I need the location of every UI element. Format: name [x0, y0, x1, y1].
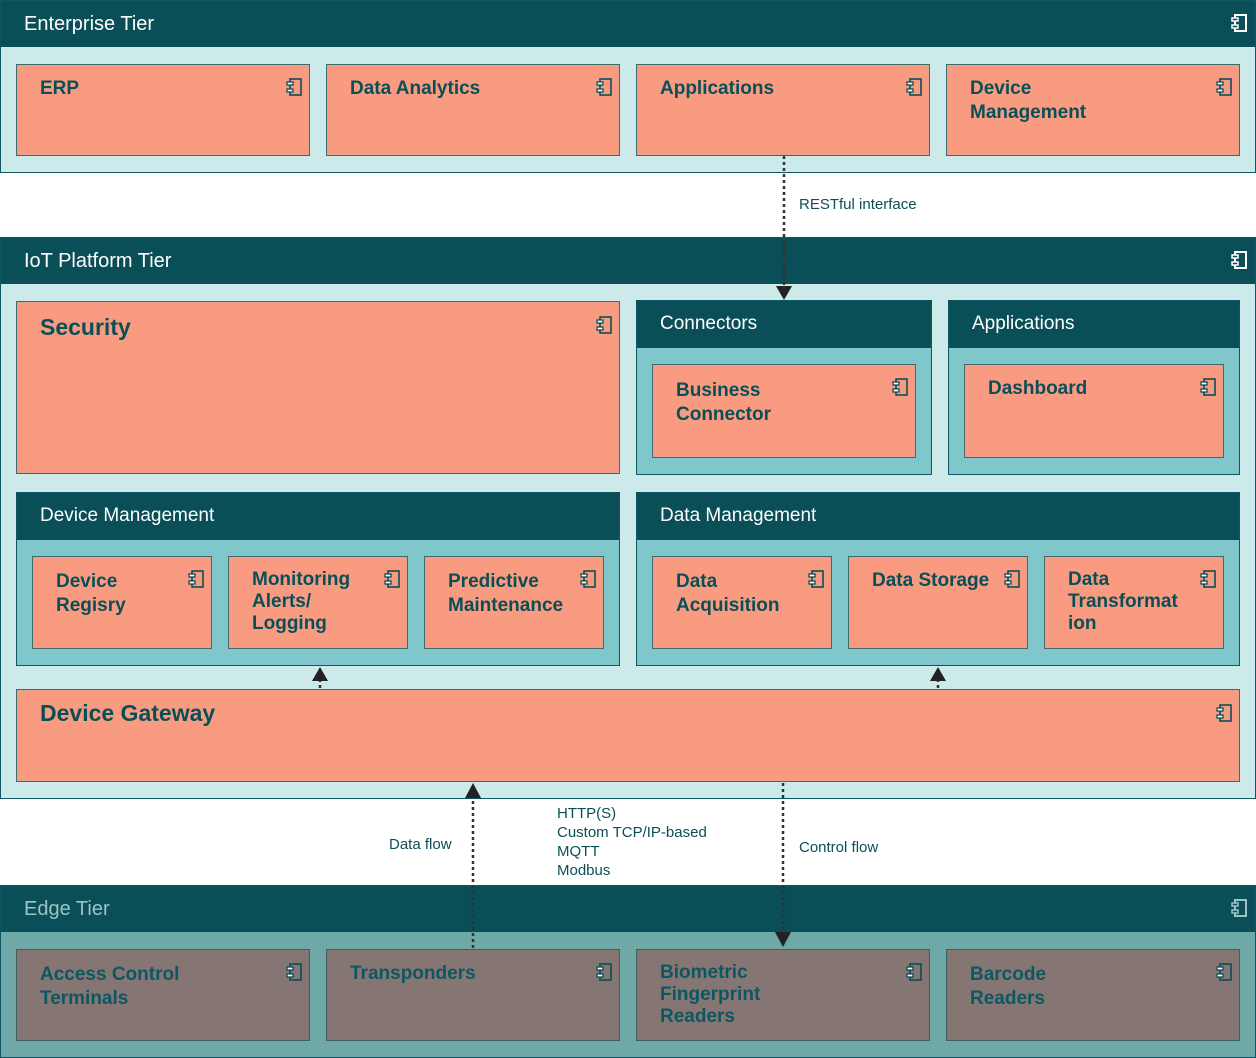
device-mgmt-up-arrowhead [312, 667, 328, 681]
protocol-item: HTTP(S) [557, 805, 617, 822]
data-flow-label: Data flow [389, 836, 452, 853]
restful-interface-label: RESTful interface [799, 196, 917, 213]
flow-arrows [312, 156, 946, 948]
data-flow-arrowhead [465, 783, 481, 798]
protocols-list: HTTP(S) Custom TCP/IP-based MQTT Modbus [557, 804, 707, 880]
protocol-item: Modbus [557, 862, 611, 879]
restful-arrowhead [776, 286, 792, 300]
protocol-item: MQTT [557, 843, 600, 860]
data-mgmt-up-arrowhead [930, 667, 946, 681]
control-flow-label: Control flow [799, 839, 879, 856]
control-flow-arrowhead [775, 932, 791, 947]
protocol-item: Custom TCP/IP-based [557, 824, 707, 841]
